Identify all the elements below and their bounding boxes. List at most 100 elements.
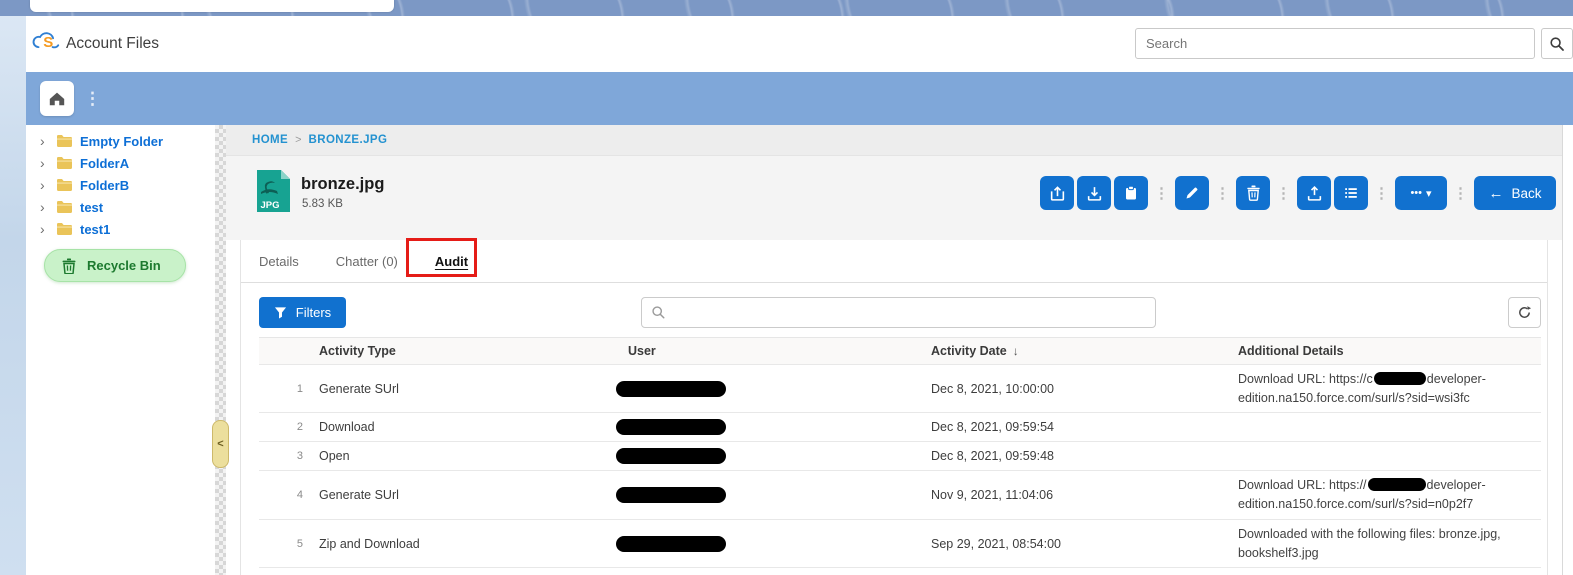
user-cell [616,381,929,397]
audit-table: Activity Type User Activity Date ↓ Addit… [259,337,1541,568]
sidebar-item-foldera[interactable]: › FolderA [26,152,215,174]
sidebar-item-empty-folder[interactable]: › Empty Folder [26,130,215,152]
folder-tree: › Empty Folder › FolderA › FolderB [26,130,215,240]
filter-funnel-icon [274,306,287,319]
page-title: Account Files [66,35,159,53]
sidebar-item-label[interactable]: FolderB [80,178,129,193]
activity-date-cell: Dec 8, 2021, 09:59:54 [929,420,1238,434]
file-size: 5.83 KB [302,198,343,210]
chevron-right-icon[interactable]: › [40,200,54,214]
svg-text:JPG: JPG [261,200,280,211]
row-number: 1 [259,383,319,395]
global-search-input[interactable] [1135,28,1535,59]
pencil-icon [1184,185,1200,201]
user-cell [616,419,929,435]
chevron-right-icon[interactable]: › [40,134,54,148]
table-row[interactable]: 4 Generate SUrl Nov 9, 2021, 11:04:06 Do… [259,471,1541,520]
sidebar-collapse-handle[interactable]: < [212,420,229,468]
filters-button-label: Filters [296,305,331,320]
action-separator-dots-icon: ⋮ [1450,186,1471,201]
activity-date-cell: Dec 8, 2021, 09:59:48 [929,449,1238,463]
table-row[interactable]: 2 Download Dec 8, 2021, 09:59:54 [259,413,1541,442]
activity-date-cell: Nov 9, 2021, 11:04:06 [929,488,1238,502]
chevron-right-icon[interactable]: › [40,222,54,236]
home-button[interactable] [40,81,74,116]
activity-type-cell: Download [319,420,616,434]
chevron-right-icon[interactable]: › [40,156,54,170]
details-cell [1238,451,1541,461]
search-icon [651,305,666,320]
redacted-user [616,381,726,397]
caret-down-icon: ▾ [1426,187,1432,200]
sort-descending-icon[interactable]: ↓ [1013,344,1019,358]
global-search-button[interactable] [1541,28,1573,59]
details-cell: Downloaded with the following files: bro… [1238,520,1541,568]
col-user[interactable]: User [616,344,929,358]
row-number: 2 [259,421,319,433]
download-button[interactable] [1077,176,1111,210]
copy-clipboard-button[interactable] [1114,176,1148,210]
sidebar-item-label[interactable]: test1 [80,222,110,237]
user-cell [616,448,929,464]
toolbar-dots-icon[interactable]: ⋮ [84,81,101,116]
sidebar-item-label[interactable]: FolderA [80,156,129,171]
search-icon [1549,36,1565,52]
breadcrumb: HOME > BRONZE.JPG [226,125,1562,156]
recycle-bin-label: Recycle Bin [87,258,161,273]
chevron-right-icon[interactable]: › [40,178,54,192]
folder-icon [56,134,73,148]
window-remnant [30,0,394,12]
redacted-user [616,487,726,503]
activity-date-cell: Sep 29, 2021, 08:54:00 [929,537,1238,551]
refresh-button[interactable] [1508,297,1541,328]
tab-chatter[interactable]: Chatter (0) [336,254,398,269]
filters-button[interactable]: Filters [259,297,346,328]
col-activity-date[interactable]: Activity Date ↓ [929,344,1238,358]
screen: S Account Files ⋮ › Empty Folder [0,0,1573,575]
open-file-button[interactable] [1040,176,1074,210]
audit-search [641,297,1156,328]
details-list-button[interactable] [1334,176,1368,210]
folder-sidebar: › Empty Folder › FolderA › FolderB [26,125,215,575]
arrow-left-icon: ← [1488,185,1503,202]
col-activity-type[interactable]: Activity Type [319,344,616,358]
back-button[interactable]: ← Back [1474,176,1556,210]
activity-date-cell: Dec 8, 2021, 10:00:00 [929,382,1238,396]
user-cell [616,487,929,503]
table-row[interactable]: 3 Open Dec 8, 2021, 09:59:48 [259,442,1541,471]
redacted-text [1374,372,1426,385]
file-header: JPG bronze.jpg 5.83 KB [226,156,1562,240]
sidebar-item-label[interactable]: test [80,200,103,215]
action-separator-dots-icon: ⋮ [1273,186,1294,201]
file-detail-panel: Details Chatter (0) Audit Filters [240,240,1548,575]
row-number: 4 [259,489,319,501]
refresh-icon [1517,305,1532,320]
trash-icon [1246,185,1261,201]
redacted-user [616,419,726,435]
table-row[interactable]: 1 Generate SUrl Dec 8, 2021, 10:00:00 Do… [259,365,1541,413]
col-additional-details[interactable]: Additional Details [1238,344,1541,358]
folder-toolbar: ⋮ [26,72,1573,125]
tab-audit[interactable]: Audit [435,254,468,269]
sidebar-item-label[interactable]: Empty Folder [80,134,163,149]
sidebar-item-test1[interactable]: › test1 [26,218,215,240]
details-cell: Download URL: https://developer-edition.… [1238,471,1541,519]
tab-details[interactable]: Details [259,254,299,269]
sidebar-item-test[interactable]: › test [26,196,215,218]
more-actions-button[interactable]: ••• ▾ [1395,176,1447,210]
action-separator-dots-icon: ⋮ [1151,186,1172,201]
edit-button[interactable] [1175,176,1209,210]
redacted-user [616,536,726,552]
audit-search-input[interactable] [641,297,1156,328]
user-cell [616,536,929,552]
home-icon [48,90,66,107]
table-row[interactable]: 5 Zip and Download Sep 29, 2021, 08:54:0… [259,520,1541,568]
recycle-bin-button[interactable]: Recycle Bin [44,249,186,282]
tab-bar: Details Chatter (0) Audit [241,240,1547,283]
delete-button[interactable] [1236,176,1270,210]
sidebar-splitter[interactable] [215,125,226,575]
sidebar-item-folderb[interactable]: › FolderB [26,174,215,196]
breadcrumb-home-link[interactable]: HOME [252,134,288,146]
row-number: 5 [259,538,319,550]
upload-share-button[interactable] [1297,176,1331,210]
